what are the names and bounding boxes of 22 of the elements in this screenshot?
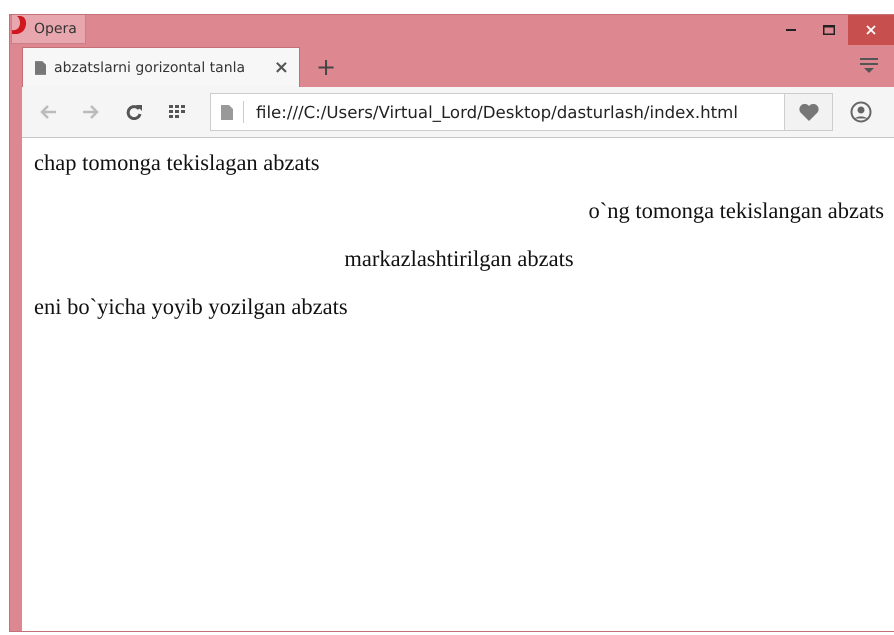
bookmark-button[interactable] — [785, 93, 833, 131]
paragraph: o`ng tomonga tekislangan abzats — [588, 198, 884, 224]
logo-icon — [12, 16, 28, 34]
paragraph: eni bo`yicha yoyib yozilgan abzats — [34, 294, 348, 320]
speed-dial-icon[interactable] — [169, 105, 185, 119]
paragraph: chap tomonga tekislagan abzats — [34, 150, 320, 176]
reload-icon[interactable] — [126, 104, 142, 120]
opera-menu-button[interactable]: Opera — [11, 15, 86, 44]
account-icon[interactable] — [850, 101, 872, 123]
page-icon — [35, 60, 46, 74]
paragraph: markazlashtirilgan abzats — [344, 246, 574, 272]
heart-icon — [798, 103, 818, 121]
close-icon — [866, 25, 876, 35]
address-bar[interactable]: file:///C:/Users/Virtual_Lord/Desktop/dasturlash/index.html — [210, 93, 785, 131]
close-tab-button[interactable]: × — [274, 57, 289, 78]
maximize-icon — [823, 25, 835, 35]
close-button[interactable] — [848, 15, 894, 45]
new-tab-button[interactable]: + — [316, 55, 336, 79]
menu-icon[interactable] — [860, 58, 878, 74]
page-icon — [221, 104, 233, 120]
minimize-icon — [786, 29, 796, 31]
browser-tab[interactable]: abzatslarni gorizontal tanla × — [22, 47, 300, 87]
